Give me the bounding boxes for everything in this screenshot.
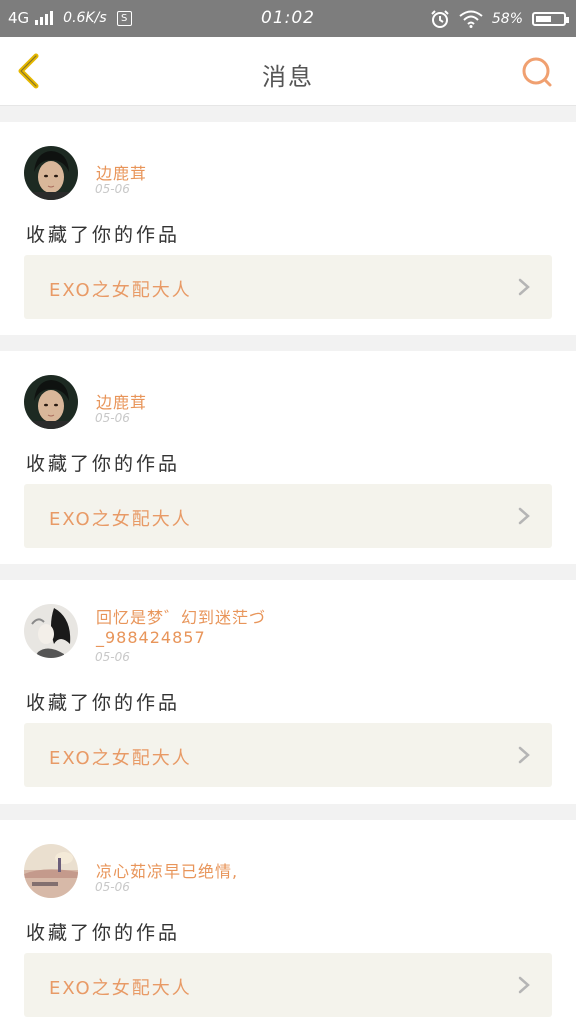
work-title: EXO之女配大人: [49, 280, 192, 301]
work-link[interactable]: EXO之女配大人: [24, 255, 552, 319]
message-date: 05-06: [95, 182, 130, 196]
message-date: 05-06: [95, 411, 130, 425]
avatar[interactable]: [24, 604, 78, 658]
status-bar: 4G 0.6K/s S 01:02 58%: [0, 0, 576, 37]
action-text: 收藏了你的作品: [26, 692, 181, 714]
message-card: 凉心茹凉早已绝情, 05-06 收藏了你的作品 EXO之女配大人: [0, 820, 576, 1024]
action-text: 收藏了你的作品: [26, 922, 181, 944]
alarm-icon: [431, 10, 449, 28]
work-title: EXO之女配大人: [49, 978, 192, 999]
message-card: 边鹿茸 05-06 收藏了你的作品 EXO之女配大人: [0, 351, 576, 564]
work-link[interactable]: EXO之女配大人: [24, 953, 552, 1017]
action-text: 收藏了你的作品: [26, 224, 181, 246]
message-date: 05-06: [95, 880, 130, 894]
username-line-2[interactable]: _988424857: [96, 628, 206, 647]
chevron-right-icon: [518, 278, 530, 296]
username[interactable]: 回忆是梦゛幻到迷茫づ: [96, 604, 266, 628]
search-icon[interactable]: [520, 55, 554, 89]
action-text: 收藏了你的作品: [26, 453, 181, 475]
nav-bar: 消息: [0, 37, 576, 106]
page-title: 消息: [262, 63, 314, 91]
username[interactable]: 凉心茹凉早已绝情,: [96, 858, 238, 882]
username[interactable]: 边鹿茸: [96, 389, 147, 413]
work-link[interactable]: EXO之女配大人: [24, 723, 552, 787]
chevron-right-icon: [518, 976, 530, 994]
chevron-right-icon: [518, 507, 530, 525]
landscape-icon: [24, 844, 78, 898]
message-date: 05-06: [95, 650, 130, 664]
ink-figure-icon: [24, 604, 78, 658]
chevron-right-icon: [518, 746, 530, 764]
wifi-icon: [459, 10, 483, 28]
avatar[interactable]: [24, 844, 78, 898]
status-right: 58%: [430, 9, 569, 29]
avatar[interactable]: [24, 375, 78, 429]
work-link[interactable]: EXO之女配大人: [24, 484, 552, 548]
battery-percent: 58%: [491, 11, 523, 27]
boy-portrait-icon: [24, 375, 78, 429]
battery-icon: [532, 12, 569, 26]
message-card: 边鹿茸 05-06 收藏了你的作品 EXO之女配大人: [0, 122, 576, 335]
boy-portrait-icon: [24, 146, 78, 200]
username[interactable]: 边鹿茸: [96, 160, 147, 184]
avatar[interactable]: [24, 146, 78, 200]
message-card: 回忆是梦゛幻到迷茫づ _988424857 05-06 收藏了你的作品 EXO之…: [0, 580, 576, 804]
work-title: EXO之女配大人: [49, 748, 192, 769]
battery-fill: [536, 16, 552, 22]
work-title: EXO之女配大人: [49, 509, 192, 530]
